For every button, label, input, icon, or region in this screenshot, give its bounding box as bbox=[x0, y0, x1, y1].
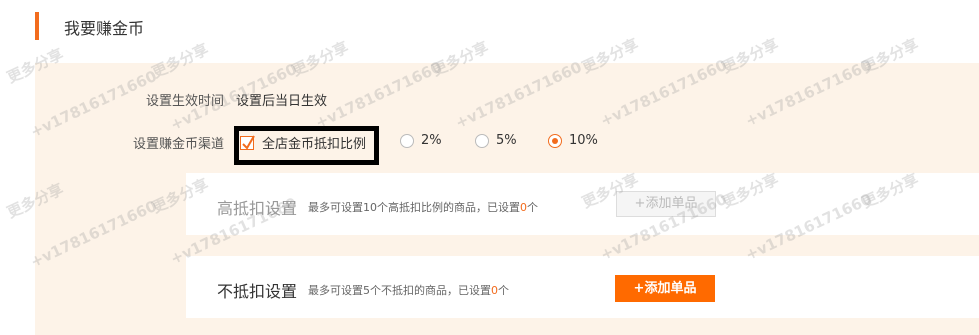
no-deduct-add-button[interactable]: +添加单品 bbox=[615, 275, 715, 302]
no-deduct-desc: 最多可设置5个不抵扣的商品，已设置0个 bbox=[308, 284, 509, 297]
section-title: 我要赚金币 bbox=[64, 19, 145, 38]
store-coin-checkbox-label[interactable]: 全店金币抵扣比例 bbox=[262, 133, 366, 152]
ratio-radio-5-label[interactable]: 5% bbox=[496, 133, 517, 148]
channel-label: 设置赚金币渠道 bbox=[132, 137, 224, 152]
checkmark-icon bbox=[242, 135, 255, 150]
ratio-radio-2[interactable] bbox=[400, 134, 414, 148]
high-deduct-title: 高抵扣设置 bbox=[217, 199, 298, 218]
no-deduct-card bbox=[186, 256, 979, 318]
effective-time-label: 设置生效时间 bbox=[145, 94, 224, 109]
ratio-radio-2-label[interactable]: 2% bbox=[421, 133, 442, 148]
high-deduct-desc: 最多可设置10个高抵扣比例的商品，已设置0个 bbox=[308, 201, 538, 214]
section-accent-bar bbox=[35, 12, 39, 40]
ratio-radio-10[interactable] bbox=[548, 134, 562, 148]
store-coin-checkbox[interactable] bbox=[240, 135, 255, 150]
ratio-radio-10-label[interactable]: 10% bbox=[569, 133, 598, 148]
ratio-radio-5[interactable] bbox=[475, 134, 489, 148]
effective-time-value: 设置后当日生效 bbox=[236, 94, 328, 109]
high-deduct-card bbox=[186, 173, 979, 235]
high-deduct-add-button[interactable]: +添加单品 bbox=[616, 191, 716, 217]
no-deduct-title: 不抵扣设置 bbox=[217, 282, 298, 301]
